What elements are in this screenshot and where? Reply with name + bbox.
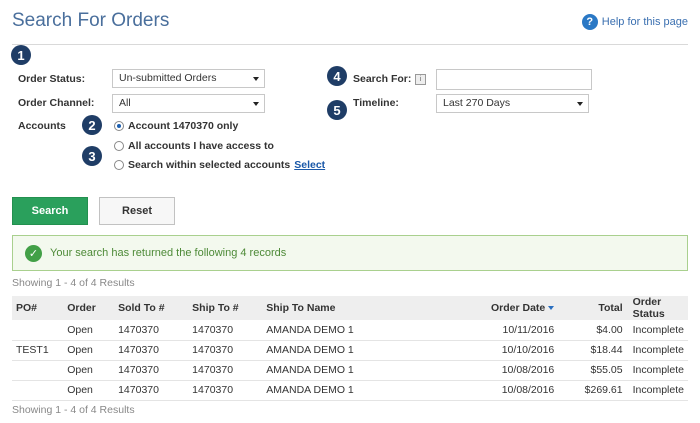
cell-sold-to: 1470370: [114, 340, 189, 361]
order-channel-value: All: [119, 97, 131, 109]
accounts-label: Accounts: [18, 120, 66, 132]
check-circle-icon: ✓: [25, 244, 42, 262]
column-header-po[interactable]: PO#: [12, 296, 63, 320]
search-for-input[interactable]: [436, 69, 592, 90]
open-order-link[interactable]: Open: [63, 360, 115, 381]
callout-4: 4: [327, 66, 347, 86]
help-link-label[interactable]: Help for this page: [602, 16, 688, 28]
cell-order-status: Incomplete: [626, 360, 688, 381]
cell-order-date: 10/08/2016: [414, 360, 559, 381]
cell-ship-to-name: AMANDA DEMO 1: [262, 320, 415, 341]
page-title: Search For Orders: [12, 10, 170, 31]
order-status-select[interactable]: Un-submitted Orders: [112, 69, 265, 88]
cell-ship-to-name: AMANDA DEMO 1: [262, 340, 415, 361]
radio-unselected[interactable]: [114, 160, 124, 170]
timeline-label: Timeline:: [353, 97, 399, 109]
table-row: Open 1470370 1470370 AMANDA DEMO 1 10/11…: [12, 320, 688, 341]
order-status-value: Un-submitted Orders: [119, 72, 217, 84]
cell-ship-to: 1470370: [188, 360, 263, 381]
callout-2: 2: [82, 115, 102, 135]
cell-total: $4.00: [558, 320, 627, 341]
cell-po: [12, 360, 64, 381]
table-row: Open 1470370 1470370 AMANDA DEMO 1 10/08…: [12, 380, 688, 401]
search-button[interactable]: Search: [12, 197, 88, 225]
column-header-order-date-label[interactable]: Order Date: [491, 302, 545, 314]
callout-5: 5: [327, 100, 347, 120]
alert-message: Your search has returned the following 4…: [50, 247, 287, 259]
cell-ship-to-name: AMANDA DEMO 1: [262, 360, 415, 381]
cell-sold-to: 1470370: [114, 320, 189, 341]
radio-selected[interactable]: [114, 121, 124, 131]
help-link[interactable]: ? Help for this page: [581, 14, 688, 30]
cell-sold-to: 1470370: [114, 360, 189, 381]
results-count-bottom: Showing 1 - 4 of 4 Results: [12, 404, 135, 416]
cell-total: $269.61: [558, 380, 627, 401]
cell-order-status: Incomplete: [626, 320, 688, 341]
cell-order-date: 10/08/2016: [414, 380, 559, 401]
account-option-selected-accounts[interactable]: Search within selected accounts Select: [114, 159, 325, 171]
results-table: PO# Order Sold To # Ship To # Ship To Na…: [12, 296, 688, 401]
cell-ship-to: 1470370: [188, 320, 263, 341]
column-header-ship-to-name[interactable]: Ship To Name: [262, 296, 414, 320]
account-option-label: Search within selected accounts: [128, 159, 291, 171]
table-header-row: PO# Order Sold To # Ship To # Ship To Na…: [12, 296, 688, 320]
cell-ship-to: 1470370: [188, 380, 263, 401]
column-header-order-date[interactable]: Order Date: [415, 296, 559, 320]
sort-down-icon: [548, 306, 555, 311]
order-channel-select[interactable]: All: [112, 94, 265, 113]
cell-total: $18.44: [558, 340, 627, 361]
reset-button[interactable]: Reset: [99, 197, 175, 225]
open-order-link[interactable]: Open: [63, 340, 115, 361]
cell-total: $55.05: [558, 360, 627, 381]
order-channel-label: Order Channel:: [18, 97, 95, 109]
cell-order-date: 10/10/2016: [414, 340, 559, 361]
account-option-single[interactable]: Account 1470370 only: [114, 120, 238, 132]
callout-1: 1: [11, 45, 31, 65]
open-order-link[interactable]: Open: [63, 380, 115, 401]
cell-sold-to: 1470370: [114, 380, 189, 401]
cell-order-status: Incomplete: [626, 380, 688, 401]
timeline-value: Last 270 Days: [443, 97, 511, 109]
cell-ship-to: 1470370: [188, 340, 263, 361]
cell-po: [12, 380, 64, 401]
column-header-order[interactable]: Order: [63, 296, 114, 320]
cell-order-status: Incomplete: [626, 340, 688, 361]
column-header-order-status[interactable]: Order Status: [627, 296, 688, 320]
chevron-down-icon: [577, 102, 583, 106]
results-count-top: Showing 1 - 4 of 4 Results: [12, 277, 135, 289]
account-option-all[interactable]: All accounts I have access to: [114, 140, 274, 152]
info-icon[interactable]: i: [415, 74, 426, 85]
account-option-label: All accounts I have access to: [128, 140, 274, 152]
radio-unselected[interactable]: [114, 141, 124, 151]
success-alert: ✓ Your search has returned the following…: [12, 235, 688, 271]
cell-po: [12, 320, 64, 341]
chevron-down-icon: [253, 102, 259, 106]
column-header-ship-to[interactable]: Ship To #: [188, 296, 262, 320]
title-divider: [12, 44, 688, 45]
order-status-label: Order Status:: [18, 73, 86, 85]
table-row: Open 1470370 1470370 AMANDA DEMO 1 10/08…: [12, 360, 688, 381]
cell-ship-to-name: AMANDA DEMO 1: [262, 380, 415, 401]
select-accounts-link[interactable]: Select: [294, 159, 325, 171]
timeline-select[interactable]: Last 270 Days: [436, 94, 589, 113]
open-order-link[interactable]: Open: [63, 320, 115, 341]
chevron-down-icon: [253, 77, 259, 81]
cell-order-date: 10/11/2016: [414, 320, 559, 341]
question-circle-icon: ?: [581, 14, 598, 30]
column-header-sold-to[interactable]: Sold To #: [114, 296, 188, 320]
search-for-label: Search For:: [353, 73, 412, 85]
column-header-total[interactable]: Total: [558, 296, 626, 320]
account-option-label: Account 1470370 only: [128, 120, 239, 132]
table-row: TEST1 Open 1470370 1470370 AMANDA DEMO 1…: [12, 340, 688, 361]
cell-po: TEST1: [12, 340, 64, 361]
callout-3: 3: [82, 146, 102, 166]
